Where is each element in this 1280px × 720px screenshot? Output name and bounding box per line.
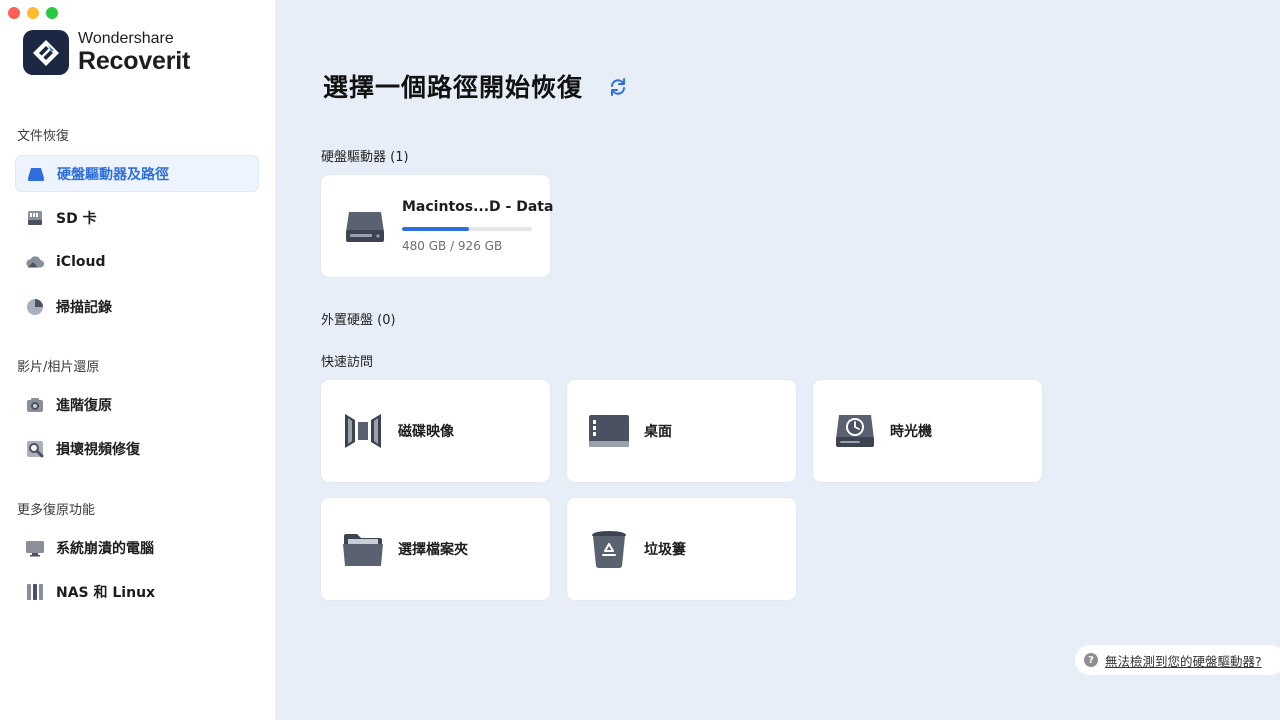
quick-access-label: 選擇檔案夾 bbox=[398, 542, 468, 558]
time-machine-icon bbox=[833, 409, 877, 453]
sidebar-item-label: 系統崩潰的電腦 bbox=[56, 540, 154, 557]
minimize-window-button[interactable] bbox=[27, 7, 39, 19]
sidebar-item-label: 進階復原 bbox=[56, 397, 112, 414]
sidebar-item-sd-card[interactable]: SD 卡 bbox=[15, 199, 259, 236]
help-link-text[interactable]: 無法檢測到您的硬盤驅動器? bbox=[1105, 651, 1262, 670]
sidebar-item-label: 損壞視頻修復 bbox=[56, 441, 140, 458]
drive-usage-bar bbox=[402, 227, 532, 231]
sidebar-item-label: 硬盤驅動器及路徑 bbox=[57, 166, 169, 183]
drive-size: 480 GB / 926 GB bbox=[402, 239, 503, 253]
help-link-drive-not-detected[interactable]: ? 無法檢測到您的硬盤驅動器? bbox=[1075, 645, 1280, 675]
quick-access-label: 磁碟映像 bbox=[398, 424, 454, 440]
section-label-more-recovery: 更多復原功能 bbox=[17, 503, 96, 518]
quick-access-choose-folder[interactable]: 選擇檔案夾 bbox=[321, 498, 550, 600]
recoverit-logo-icon bbox=[23, 30, 69, 75]
folder-icon bbox=[341, 527, 385, 571]
sidebar-item-label: iCloud bbox=[56, 253, 106, 270]
disk-image-icon bbox=[341, 409, 385, 453]
external-drives-label: 外置硬盤 (0) bbox=[321, 313, 396, 328]
quick-access-label: 桌面 bbox=[644, 424, 672, 440]
sidebar-item-scan-history[interactable]: 掃描記錄 bbox=[15, 288, 259, 325]
sidebar-item-icloud[interactable]: iCloud bbox=[15, 243, 259, 280]
section-label-file-recovery: 文件恢復 bbox=[17, 129, 70, 144]
drive-name: Macintos...D - Data bbox=[402, 199, 554, 215]
sidebar-item-advanced-recovery[interactable]: 進階復原 bbox=[15, 386, 259, 423]
quick-access-label: 時光機 bbox=[890, 424, 932, 440]
sidebar-item-nas-linux[interactable]: NAS 和 Linux bbox=[15, 573, 259, 610]
app-brand: Wondershare Recoverit bbox=[23, 30, 190, 75]
sidebar-item-crashed-computer[interactable]: 系統崩潰的電腦 bbox=[15, 529, 259, 566]
hard-drive-icon bbox=[26, 164, 46, 184]
zoom-window-button[interactable] bbox=[46, 7, 58, 19]
desktop-icon bbox=[587, 409, 631, 453]
quick-access-desktop[interactable]: 桌面 bbox=[567, 380, 796, 482]
close-window-button[interactable] bbox=[8, 7, 20, 19]
main-panel: 選擇一個路徑開始恢復 硬盤驅動器 (1) Macintos...D - Data… bbox=[275, 0, 1280, 720]
quick-access-trash[interactable]: 垃圾簍 bbox=[567, 498, 796, 600]
sidebar: Wondershare Recoverit 文件恢復 硬盤驅動器及路徑 SD 卡 bbox=[0, 0, 275, 720]
quick-access-disk-image[interactable]: 磁碟映像 bbox=[321, 380, 550, 482]
hard-drive-icon bbox=[343, 204, 387, 248]
sidebar-item-label: 掃描記錄 bbox=[56, 299, 112, 316]
sidebar-item-label: SD 卡 bbox=[56, 210, 97, 227]
trash-icon bbox=[587, 527, 631, 571]
quick-access-label: 快速訪問 bbox=[321, 355, 374, 370]
hard-drives-label: 硬盤驅動器 (1) bbox=[321, 150, 409, 165]
camera-icon bbox=[25, 395, 45, 415]
monitor-icon bbox=[25, 538, 45, 558]
video-repair-icon bbox=[25, 439, 45, 459]
sidebar-item-video-repair[interactable]: 損壞視頻修復 bbox=[15, 430, 259, 467]
sd-card-icon bbox=[25, 208, 45, 228]
brand-company: Wondershare bbox=[78, 30, 174, 47]
pie-chart-icon bbox=[25, 297, 45, 317]
quick-access-label: 垃圾簍 bbox=[644, 542, 686, 558]
nas-icon bbox=[25, 582, 45, 602]
question-icon: ? bbox=[1084, 653, 1098, 667]
drive-usage-fill bbox=[402, 227, 470, 231]
quick-access-time-machine[interactable]: 時光機 bbox=[813, 380, 1042, 482]
sidebar-item-hard-drive[interactable]: 硬盤驅動器及路徑 bbox=[15, 155, 259, 192]
cloud-icon bbox=[25, 252, 45, 272]
drive-card-macintosh[interactable]: Macintos...D - Data 480 GB / 926 GB bbox=[321, 175, 554, 277]
refresh-icon[interactable] bbox=[608, 77, 628, 97]
sidebar-item-label: NAS 和 Linux bbox=[56, 584, 156, 601]
window-controls bbox=[8, 7, 58, 19]
section-label-video-photo: 影片/相片還原 bbox=[17, 360, 100, 375]
page-title: 選擇一個路徑開始恢復 bbox=[323, 73, 584, 102]
brand-product-name: Recoverit bbox=[78, 47, 191, 75]
